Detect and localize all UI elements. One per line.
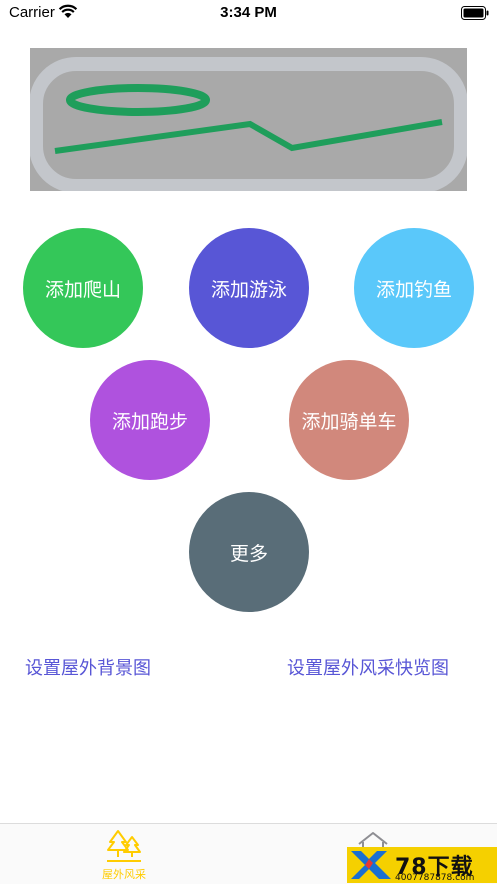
- watermark-url: 4007787878.com: [395, 873, 475, 883]
- set-background-link[interactable]: 设置屋外背景图: [25, 654, 151, 680]
- add-fishing-label: 添加钓鱼: [375, 278, 452, 301]
- add-cycling-button[interactable]: 添加骑单车: [289, 360, 409, 480]
- trees-icon: [105, 828, 143, 869]
- status-bar: Carrier 3:34 PM: [0, 0, 497, 26]
- add-swimming-button[interactable]: 添加游泳: [189, 228, 309, 348]
- add-fishing-button[interactable]: 添加钓鱼: [354, 228, 474, 348]
- battery-icon: [461, 6, 489, 25]
- set-snapshot-link[interactable]: 设置屋外风采快览图: [287, 654, 449, 680]
- more-button[interactable]: 更多: [189, 492, 309, 612]
- add-swimming-label: 添加游泳: [210, 278, 287, 301]
- tab-outdoor-style[interactable]: 屋外风采: [69, 824, 179, 884]
- add-running-button[interactable]: 添加跑步: [90, 360, 210, 480]
- banner-carousel[interactable]: [30, 48, 467, 191]
- add-running-label: 添加跑步: [111, 410, 188, 433]
- add-cycling-label: 添加骑单车: [301, 410, 397, 433]
- add-hiking-button[interactable]: 添加爬山: [23, 228, 143, 348]
- clock: 3:34 PM: [220, 4, 277, 21]
- watermark-logo: 78下载 4007787878.com: [347, 847, 497, 883]
- more-label: 更多: [229, 542, 268, 565]
- add-hiking-label: 添加爬山: [44, 278, 121, 301]
- tab-outdoor-style-label: 屋外风采: [102, 868, 146, 881]
- banner-image: [30, 57, 467, 191]
